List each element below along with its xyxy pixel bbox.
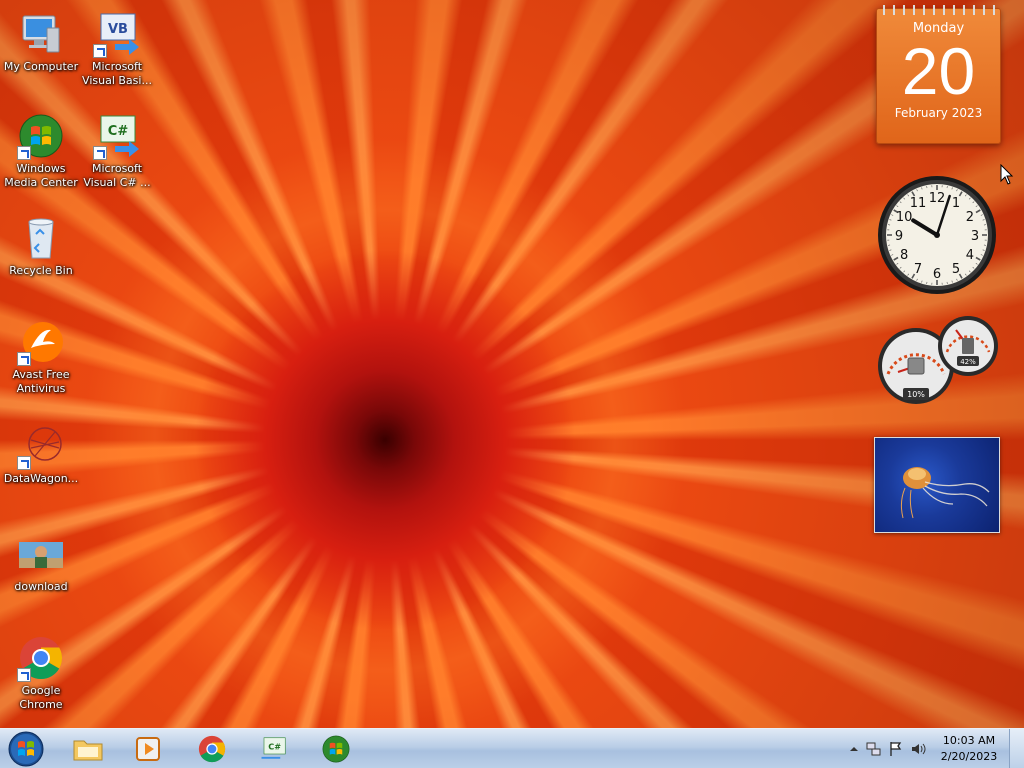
desktop-icon-chrome[interactable]: Google Chrome	[0, 634, 82, 712]
slideshow-gadget[interactable]	[874, 437, 1000, 533]
clock-numeral: 5	[952, 262, 960, 277]
memory-percent: 42%	[960, 358, 976, 366]
media-center-icon	[17, 112, 65, 160]
desktop-icon-label: Microsoft Visual Basi...	[82, 60, 152, 87]
desktop-icon-media-center[interactable]: Windows Media Center	[0, 112, 82, 190]
calendar-gadget[interactable]: Monday 20 February 2023	[876, 5, 1001, 144]
cpu-percent: 10%	[907, 390, 925, 399]
taskbar-media-center[interactable]	[310, 731, 362, 767]
system-date: 2/20/2023	[940, 750, 998, 763]
shortcut-arrow-icon	[17, 146, 31, 160]
notification-area: 10:03 AM 2/20/2023	[844, 729, 1024, 768]
desktop[interactable]: My Computer VB Microsoft Visual Basi... …	[0, 0, 1024, 768]
clock-numeral: 4	[966, 248, 974, 263]
media-player-icon	[136, 737, 160, 761]
desktop-icon-avast[interactable]: Avast Free Antivirus	[0, 318, 82, 396]
recycle-bin-icon	[17, 214, 65, 262]
shortcut-arrow-icon	[93, 44, 107, 58]
svg-text:VB: VB	[108, 22, 128, 37]
image-file-icon	[17, 530, 65, 578]
chrome-icon	[198, 735, 226, 763]
action-center-flag-icon[interactable]	[888, 741, 904, 757]
clock-numeral: 7	[914, 262, 922, 277]
show-desktop-button[interactable]	[1009, 729, 1024, 768]
shortcut-arrow-icon	[17, 352, 31, 366]
taskbar-media-player[interactable]	[122, 731, 174, 767]
media-center-icon	[322, 735, 350, 763]
clock-numeral: 3	[971, 229, 979, 244]
datawagon-icon	[17, 422, 65, 470]
clock-numeral: 6	[933, 267, 941, 282]
system-time: 10:03 AM	[942, 734, 996, 747]
desktop-icon-download[interactable]: download	[0, 530, 82, 594]
computer-icon	[17, 10, 65, 58]
desktop-icon-label: Recycle Bin	[9, 264, 73, 277]
network-icon[interactable]	[866, 741, 882, 757]
visual-basic-icon: VB	[93, 10, 141, 58]
windows-explorer-icon	[73, 740, 103, 761]
shortcut-arrow-icon	[93, 146, 107, 160]
taskbar-visual-csharp[interactable]: C#	[248, 731, 300, 767]
desktop-icon-label: download	[14, 580, 68, 593]
jellyfish-photo	[900, 467, 990, 519]
show-hidden-icons-icon[interactable]	[846, 741, 862, 757]
clock-numeral: 8	[900, 248, 908, 263]
calendar-month-year: February 2023	[894, 106, 983, 120]
mouse-pointer-icon	[1000, 164, 1014, 185]
volume-icon[interactable]	[910, 741, 926, 757]
visual-csharp-icon: C#	[93, 112, 141, 160]
desktop-icon-visual-csharp[interactable]: C# Microsoft Visual C# ...	[76, 112, 158, 190]
clock-numeral: 1	[952, 196, 960, 211]
taskbar-chrome[interactable]	[186, 731, 238, 767]
desktop-icon-datawagon[interactable]: DataWagon...	[0, 422, 82, 486]
svg-text:C#: C#	[268, 742, 281, 752]
shortcut-arrow-icon	[17, 456, 31, 470]
calendar-day-number: 20	[901, 34, 976, 108]
clock-numeral: 9	[895, 229, 903, 244]
desktop-icon-recycle-bin[interactable]: Recycle Bin	[0, 214, 82, 278]
clock-numeral: 10	[896, 210, 913, 225]
avast-icon	[17, 318, 65, 366]
taskbar-windows-explorer[interactable]	[62, 731, 114, 767]
clock-gadget[interactable]: 12 1 2 3 4 5 6 7 8 9 10 11	[876, 174, 998, 296]
analog-clock-face: 12 12 3 45678 9 1011	[878, 176, 996, 294]
clock-numeral: 11	[910, 196, 927, 211]
desktop-icon-label: Windows Media Center	[4, 162, 78, 189]
desktop-icon-visual-basic[interactable]: VB Microsoft Visual Basi...	[76, 10, 158, 88]
system-clock[interactable]: 10:03 AM 2/20/2023	[934, 733, 1004, 765]
svg-text:C#: C#	[108, 124, 129, 139]
desktop-icon-label: Microsoft Visual C# ...	[83, 162, 151, 189]
chrome-icon	[17, 634, 65, 682]
start-button[interactable]	[6, 730, 46, 768]
visual-csharp-icon: C#	[261, 737, 286, 759]
clock-numeral: 2	[966, 210, 974, 225]
windows-start-orb-icon	[8, 731, 44, 767]
desktop-icon-label: Avast Free Antivirus	[12, 368, 70, 395]
desktop-icon-label: Google Chrome	[19, 684, 63, 711]
taskbar[interactable]: C# 10:03 AM 2/20/2023	[0, 728, 1024, 768]
calendar-rings	[877, 5, 1000, 15]
cpu-meter-gadget[interactable]: 10% 42%	[876, 316, 1000, 406]
desktop-icon-my-computer[interactable]: My Computer	[0, 10, 82, 74]
clock-numeral: 12	[929, 191, 946, 206]
shortcut-arrow-icon	[17, 668, 31, 682]
desktop-icon-label: DataWagon...	[3, 472, 79, 485]
desktop-icon-label: My Computer	[3, 60, 79, 73]
